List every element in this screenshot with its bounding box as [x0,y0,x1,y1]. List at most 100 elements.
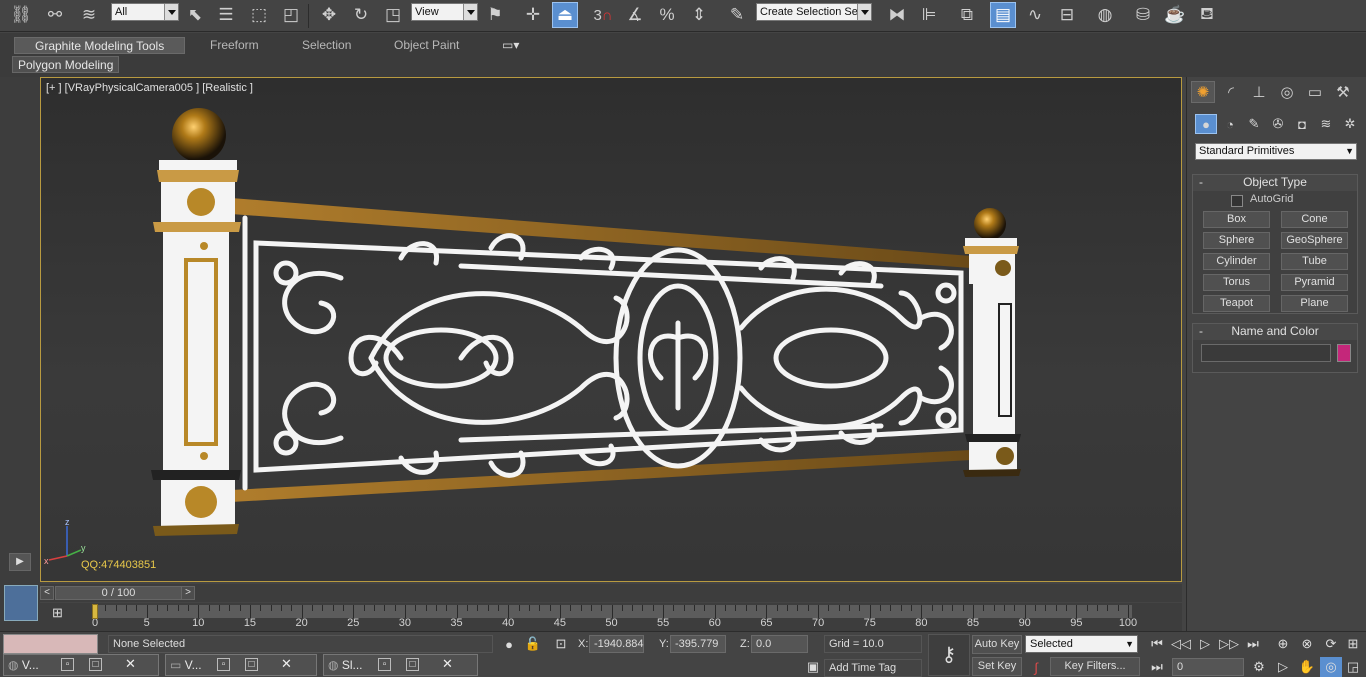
go-to-start-icon[interactable]: ⏮ [1146,634,1168,654]
pyramid-button[interactable]: Pyramid [1281,274,1348,291]
viewport-label[interactable]: [+ ] [VRayPhysicalCamera005 ] [Realistic… [46,82,253,94]
shapes-icon[interactable]: ◔ [1219,114,1241,134]
select-manipulate-icon[interactable]: ✛ [520,2,546,28]
tab-graphite-modeling-tools[interactable]: Graphite Modeling Tools [14,37,186,54]
time-slider[interactable]: < 0 / 100 > [40,584,1182,602]
x-coord-field[interactable]: -1940.884 [589,635,644,653]
orbit-camera-icon[interactable]: ◎ [1320,657,1342,677]
percent-snap-icon[interactable]: % [654,2,680,28]
object-name-field[interactable] [1201,344,1331,362]
name-and-color-header[interactable]: - Name and Color [1193,324,1357,340]
plane-button[interactable]: Plane [1281,295,1348,312]
utilities-tab-icon[interactable]: ⚒ [1331,81,1355,103]
link-icon[interactable]: ⛓ [8,2,34,28]
scale-icon[interactable]: ◳ [380,2,406,28]
current-time-marker[interactable] [92,604,98,619]
auto-key-button[interactable]: Auto Key [972,635,1022,654]
display-tab-icon[interactable]: ▭ [1303,81,1327,103]
graphite-tools-icon[interactable]: ▤ [990,2,1016,28]
go-to-end-icon[interactable]: ⏭ [1242,634,1264,654]
absolute-mode-icon[interactable]: ⊡ [550,634,572,654]
object-color-swatch[interactable] [1337,344,1351,362]
field-of-view-icon[interactable]: ▷ [1272,657,1294,677]
key-mode-dropdown[interactable]: Selected ▼ [1025,635,1138,653]
layer-manager-icon[interactable]: ⧉ [954,2,980,28]
track-bar[interactable]: ⊞ 0 5 10 15 20 25 30 35 40 45 50 55 60 65 70 75 80 85 90 95… [40,603,1182,631]
mini-curve-editor-icon[interactable] [4,585,38,621]
bind-space-warp-icon[interactable]: ≋ [76,2,102,28]
systems-icon[interactable]: ✲ [1339,114,1361,134]
y-coord-field[interactable]: -395.779 [670,635,726,653]
window-crossing-icon[interactable]: ◰ [278,2,304,28]
tab-freeform[interactable]: Freeform [210,37,259,54]
space-warps-icon[interactable]: ≋ [1315,114,1337,134]
pivot-center-icon[interactable]: ⚑ [482,2,508,28]
filter-icon[interactable]: ⊞ [52,605,74,627]
move-icon[interactable]: ✥ [316,2,342,28]
zoom-extents-icon[interactable]: ⊞ [1342,634,1364,654]
motion-tab-icon[interactable]: ◎ [1275,81,1299,103]
lights-icon[interactable]: ✎ [1243,114,1265,134]
named-selection-dropdown[interactable]: Create Selection Se [756,3,872,21]
selection-filter-dropdown[interactable]: All [111,3,179,21]
selection-lock-icon[interactable]: 🔓 [522,634,544,654]
cone-button[interactable]: Cone [1281,211,1348,228]
cameras-icon[interactable]: ✇ [1267,114,1289,134]
time-configuration-icon[interactable]: ⚙ [1248,657,1270,677]
pan-icon[interactable]: ✋ [1296,657,1318,677]
edit-named-selection-icon[interactable]: ✎ [724,2,750,28]
render-production-icon[interactable]: ⛾ [1194,2,1220,28]
modify-tab-icon[interactable]: ◜ [1219,81,1243,103]
task-window-2[interactable]: ▭ V... ▫ □ ✕ [165,654,317,676]
autogrid-checkbox[interactable] [1231,195,1243,207]
geometry-icon[interactable]: ● [1195,114,1217,134]
curve-editor-icon[interactable]: ∿ [1022,2,1048,28]
prev-frame-icon[interactable]: < [40,586,54,600]
orbit-icon[interactable]: ⟳ [1320,634,1342,654]
snaps-toggle-icon[interactable]: 3 ∩ [590,2,616,28]
ref-coord-dropdown[interactable]: View [411,3,478,21]
key-filters-button[interactable]: Key Filters... [1050,657,1140,676]
current-frame-field[interactable]: 0 [1172,658,1244,676]
render-setup-icon[interactable]: ⛁ [1130,2,1156,28]
mirror-icon[interactable]: ⧓ [884,2,910,28]
hierarchy-tab-icon[interactable]: ⊥ [1247,81,1271,103]
zoom-icon[interactable]: ⊕ [1272,634,1294,654]
viewport[interactable]: z y x [+ ] [VRayPhysicalCamera005 ] [Rea… [40,77,1182,582]
key-tangent-icon[interactable]: ∫ [1025,657,1047,677]
helpers-icon[interactable]: ◘ [1291,114,1313,134]
time-tag-icon[interactable]: ▣ [802,657,824,677]
time-slider-thumb[interactable]: 0 / 100 [55,586,182,600]
set-key-icon[interactable]: ⚷ [928,634,970,676]
primitive-type-dropdown[interactable]: Standard Primitives ▼ [1195,143,1357,160]
rectangle-selection-icon[interactable]: ⬚ [246,2,272,28]
panel-polygon-modeling[interactable]: Polygon Modeling [12,56,120,73]
zoom-all-icon[interactable]: ⊗ [1296,634,1318,654]
select-by-name-icon[interactable]: ☰ [213,2,239,28]
sphere-button[interactable]: Sphere [1203,232,1270,249]
cylinder-button[interactable]: Cylinder [1203,253,1270,270]
next-key-icon[interactable]: ▷▷ [1218,634,1240,654]
tab-object-paint[interactable]: Object Paint [394,37,459,54]
keyboard-shortcut-override-icon[interactable]: ⏏ [552,2,578,28]
select-object-icon[interactable]: ⬉ [182,2,208,28]
unlink-icon[interactable]: ⚯ [42,2,68,28]
box-button[interactable]: Box [1203,211,1270,228]
angle-snap-icon[interactable]: ∡ [622,2,648,28]
key-mode-toggle-icon[interactable]: ⏭ [1146,657,1168,677]
schematic-view-icon[interactable]: ⊟ [1054,2,1080,28]
next-frame-icon[interactable]: > [181,586,195,600]
z-coord-field[interactable]: 0.0 [751,635,808,653]
task-window-1[interactable]: ◍ V... ▫ □ ✕ [3,654,159,676]
rotate-icon[interactable]: ↻ [348,2,374,28]
align-icon[interactable]: ⊫ [916,2,942,28]
isolate-selection-icon[interactable]: ● [498,634,520,654]
tube-button[interactable]: Tube [1281,253,1348,270]
rendered-frame-window-icon[interactable]: ☕ [1162,2,1188,28]
maxscript-listener[interactable] [3,634,98,654]
ribbon-options-icon[interactable]: ▭▾ [502,37,519,54]
play-icon[interactable]: ▷ [1194,634,1216,654]
create-tab-icon[interactable]: ✺ [1191,81,1215,103]
tab-selection[interactable]: Selection [302,37,351,54]
add-time-tag[interactable]: Add Time Tag [824,659,922,677]
